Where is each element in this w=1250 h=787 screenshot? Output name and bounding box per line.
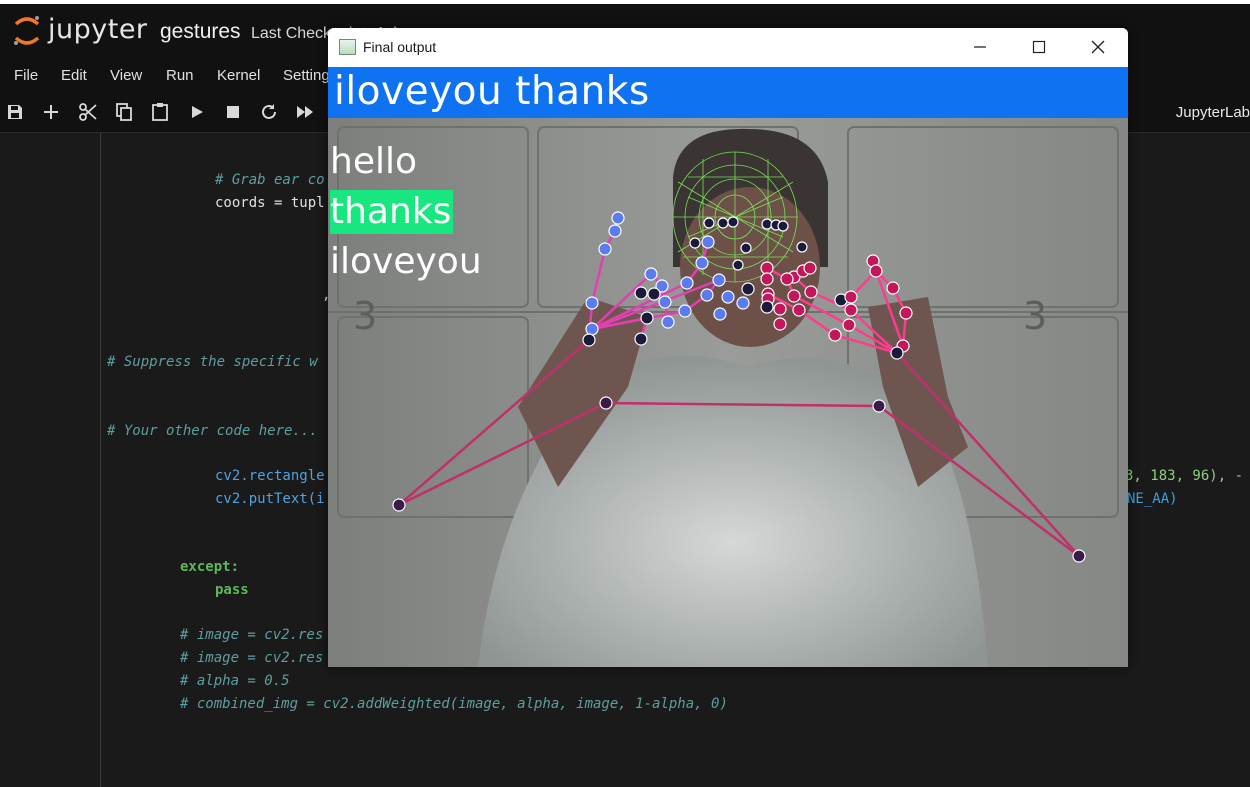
restart-icon[interactable] (259, 102, 279, 122)
stop-icon[interactable] (223, 102, 243, 122)
kernel-label[interactable]: JupyterLab (1176, 104, 1250, 121)
menu-edit[interactable]: Edit (61, 67, 87, 84)
code-line-pass: pass (215, 582, 249, 598)
gesture-label-thanks: thanks (330, 190, 454, 234)
save-icon[interactable] (5, 102, 25, 122)
jupyter-logo-icon[interactable] (12, 14, 42, 48)
gesture-label-iloveyou: iloveyou (330, 241, 482, 282)
code-line-puttext: cv2.putText(i (215, 491, 325, 507)
camera-frame: 3 3 iloveyou thanks hello thanks iloveyo… (328, 67, 1128, 667)
close-icon[interactable] (1086, 36, 1110, 58)
window-app-icon (339, 39, 356, 55)
notebook-name[interactable]: gestures (160, 20, 241, 44)
minimize-icon[interactable] (968, 36, 992, 58)
code-line-comment-4: # combined_img = cv2.addWeighted(image, … (180, 696, 728, 712)
window-title: Final output (363, 39, 437, 55)
locker-number-right: 3 (1023, 294, 1047, 338)
code-line-rectangle: cv2.rectangle (215, 468, 325, 484)
fast-forward-icon[interactable] (295, 102, 315, 122)
code-line-grab-comment: # Grab ear co (215, 172, 325, 188)
gesture-label-hello: hello (330, 141, 417, 182)
code-line-other-comment: # Your other code here... (107, 423, 318, 439)
code-line-comment-2: # image = cv2.res (180, 650, 324, 666)
cut-icon[interactable] (78, 102, 98, 122)
final-output-window[interactable]: Final output 3 3 iloveyou thanks hello t… (328, 28, 1128, 667)
prediction-sentence: iloveyou thanks (334, 69, 650, 114)
run-icon[interactable] (187, 102, 207, 122)
camera-scene: 3 3 (328, 67, 1128, 667)
paste-icon[interactable] (150, 102, 170, 122)
prediction-banner: iloveyou thanks (328, 67, 1128, 118)
add-cell-icon[interactable] (41, 102, 61, 122)
code-line-coords: coords = tupl (215, 195, 325, 211)
window-titlebar[interactable]: Final output (328, 28, 1128, 67)
menu-file[interactable]: File (14, 67, 38, 84)
code-line-comment-1: # image = cv2.res (180, 627, 324, 643)
locker-number-left: 3 (353, 294, 377, 338)
menu-kernel[interactable]: Kernel (217, 67, 260, 84)
code-line-except: except: (180, 559, 240, 575)
copy-icon[interactable] (114, 102, 134, 122)
code-line-suppress-comment: # Suppress the specific w (107, 354, 318, 370)
menu-view[interactable]: View (110, 67, 142, 84)
code-puttext-tail: NE_AA) (1127, 491, 1178, 507)
code-rect-tail: 3, 183, 96), - (1125, 468, 1244, 484)
menu-run[interactable]: Run (166, 67, 194, 84)
cell-gutter-divider (100, 133, 101, 787)
jupyter-logo-text: jupyter (48, 14, 148, 45)
maximize-icon[interactable] (1027, 36, 1051, 58)
code-line-comment-3: # alpha = 0.5 (180, 673, 290, 689)
